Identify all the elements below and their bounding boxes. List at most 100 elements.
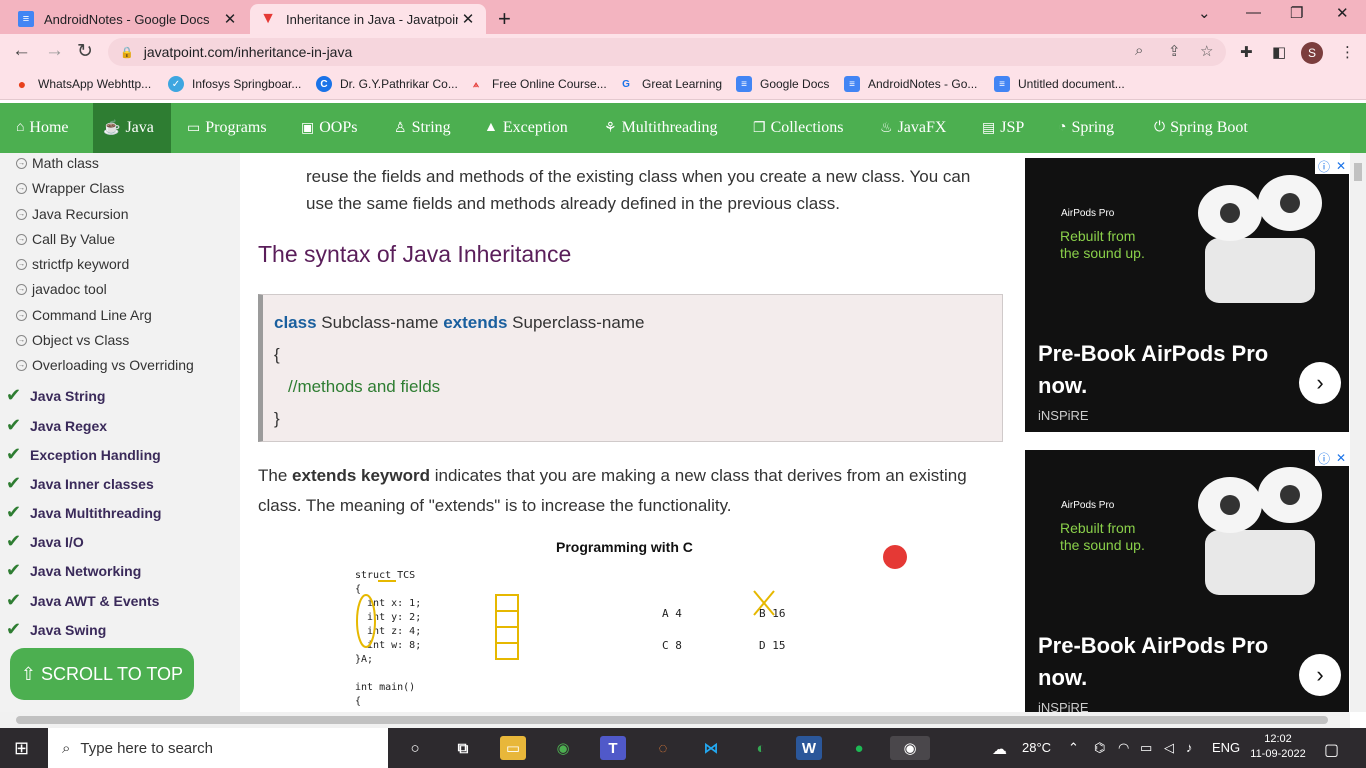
sidebar-item-strictfp[interactable]: → strictfp keyword bbox=[16, 256, 129, 272]
nav-multithreading[interactable]: ⚘ Multithreading bbox=[594, 103, 728, 153]
bookmark-pathrikar[interactable]: C Dr. G.Y.Pathrikar Co... bbox=[316, 76, 458, 92]
lock-icon[interactable]: 🔒 bbox=[120, 46, 134, 59]
network-icon[interactable]: ⌬ bbox=[1094, 740, 1105, 756]
battery-icon[interactable]: ▭ bbox=[1140, 740, 1152, 756]
nav-home[interactable]: ⌂ Home bbox=[6, 103, 79, 153]
back-icon[interactable]: ← bbox=[12, 40, 31, 62]
nav-string[interactable]: ♙ String bbox=[384, 103, 461, 153]
new-tab-button[interactable]: + bbox=[498, 6, 511, 32]
scroll-to-top-button[interactable]: ⇧ SCROLL TO TOP bbox=[10, 648, 194, 700]
sidebar-group-java-io[interactable]: ✔ Java I/O bbox=[6, 531, 84, 552]
sidebar-item-object-vs-class[interactable]: → Object vs Class bbox=[16, 332, 129, 348]
restore-button[interactable]: ❐ bbox=[1290, 4, 1303, 22]
ad-banner[interactable]: ⓘ ✕ AirPods Pro Rebuilt from the sound up.… bbox=[1025, 450, 1349, 724]
reload-icon[interactable]: ↻ bbox=[77, 40, 93, 63]
bookmark-infosys[interactable]: ✓ Infosys Springboar... bbox=[168, 76, 301, 92]
arrow-circle-icon: → bbox=[16, 309, 27, 321]
sidebar-group-exception-handling[interactable]: ✔ Exception Handling bbox=[6, 444, 161, 465]
sidebar-group-java-regex[interactable]: ✔ Java Regex bbox=[6, 415, 107, 436]
spotify-icon[interactable]: ● bbox=[846, 736, 872, 760]
chrome-icon[interactable]: ◉ bbox=[550, 736, 576, 760]
avatar[interactable]: S bbox=[1301, 42, 1323, 64]
bookmark-great-learning[interactable]: G Great Learning bbox=[618, 76, 722, 92]
address-bar[interactable]: 🔒 javatpoint.com/inheritance-in-java bbox=[108, 38, 1226, 66]
nav-spring-boot[interactable]: ⏻ Spring Boot bbox=[1144, 103, 1258, 153]
temperature[interactable]: 28°C bbox=[1022, 740, 1051, 755]
ad-banner[interactable]: ⓘ ✕ AirPods Pro Rebuilt from the sound up.… bbox=[1025, 158, 1349, 432]
lecture-video-frame[interactable]: Programming with C struct TCS { int x: 1… bbox=[334, 529, 924, 712]
sidebar-item-overloading-vs-overriding[interactable]: → Overloading vs Overriding bbox=[16, 357, 194, 373]
google-docs-icon: ≡ bbox=[736, 76, 752, 92]
nav-programs[interactable]: ▭ Programs bbox=[177, 103, 277, 153]
sidebar-group-awt-events[interactable]: ✔ Java AWT & Events bbox=[6, 590, 159, 611]
sidebar-group-multithreading[interactable]: ✔ Java Multithreading bbox=[6, 502, 161, 523]
clock[interactable]: 12:02 11-09-2022 bbox=[1250, 732, 1306, 762]
edge-icon[interactable]: ◐ bbox=[748, 736, 774, 760]
string-icon: ♙ bbox=[394, 120, 407, 136]
sidebar-group-networking[interactable]: ✔ Java Networking bbox=[6, 560, 141, 581]
bookmark-androidnotes[interactable]: ≡ AndroidNotes - Go... bbox=[844, 76, 977, 92]
close-icon[interactable]: ✕ bbox=[458, 10, 478, 28]
word-icon[interactable]: W bbox=[796, 736, 822, 760]
sidebar-item-javadoc[interactable]: → javadoc tool bbox=[16, 281, 107, 297]
bookmark-star-icon[interactable]: ☆ bbox=[1200, 42, 1213, 60]
chevron-right-icon[interactable]: › bbox=[1299, 362, 1341, 404]
note-d: D 15 bbox=[759, 639, 786, 652]
sidebar-item-math-class[interactable]: → Math class bbox=[16, 155, 99, 171]
nav-exception[interactable]: ▲ Exception bbox=[474, 103, 578, 153]
sidebar-item-command-line-arg[interactable]: → Command Line Arg bbox=[16, 307, 152, 323]
speaker-icon[interactable]: ♪ bbox=[1186, 740, 1193, 755]
language-indicator[interactable]: ENG bbox=[1212, 740, 1240, 755]
side-panel-icon[interactable]: ◧ bbox=[1272, 43, 1286, 61]
teams-icon[interactable]: T bbox=[600, 736, 626, 760]
horizontal-scrollbar[interactable] bbox=[0, 712, 1350, 728]
tab-androidnotes[interactable]: ≡ AndroidNotes - Google Docs ✕ bbox=[8, 4, 248, 34]
taskbar-search[interactable]: ⌕ Type here to search bbox=[48, 728, 388, 768]
volume-icon[interactable]: ◁ bbox=[1164, 740, 1174, 756]
close-window-button[interactable]: ✕ bbox=[1336, 4, 1349, 22]
extensions-icon[interactable]: ✚ bbox=[1240, 43, 1253, 61]
close-icon[interactable]: ✕ bbox=[220, 10, 240, 28]
nav-spring[interactable]: ◔ Spring bbox=[1048, 103, 1124, 153]
mi-icon: ● bbox=[17, 76, 27, 92]
tab-javatpoint[interactable]: ▼ Inheritance in Java - Javatpoint ✕ bbox=[250, 4, 486, 34]
chevron-up-icon[interactable]: ⌃ bbox=[1068, 740, 1079, 756]
nav-javafx[interactable]: ♨ JavaFX bbox=[870, 103, 956, 153]
sidebar-group-java-string[interactable]: ✔ Java String bbox=[6, 385, 105, 406]
bookmark-free-course[interactable]: ⟑ Free Online Course... bbox=[468, 76, 607, 92]
minimize-button[interactable]: — bbox=[1246, 4, 1261, 21]
file-explorer-icon[interactable]: ▭ bbox=[500, 736, 526, 760]
vscode-icon[interactable]: ⋈ bbox=[698, 736, 724, 760]
bookmark-untitled[interactable]: ≡ Untitled document... bbox=[994, 76, 1125, 92]
forward-icon[interactable]: → bbox=[45, 40, 64, 62]
sidebar-group-swing[interactable]: ✔ Java Swing bbox=[6, 619, 106, 640]
notification-icon[interactable]: ▢ bbox=[1324, 740, 1339, 760]
nav-jsp[interactable]: ▤ JSP bbox=[972, 103, 1034, 153]
ad-brand: AirPods Pro bbox=[1061, 500, 1115, 511]
weather-icon[interactable]: ☁ bbox=[992, 740, 1007, 758]
nav-collections[interactable]: ❐ Collections bbox=[743, 103, 853, 153]
wifi-icon[interactable]: ◠ bbox=[1118, 740, 1129, 756]
share-icon[interactable]: ⇪ bbox=[1168, 42, 1181, 60]
nav-oops[interactable]: ▣ OOPs bbox=[291, 103, 367, 153]
app-icon[interactable]: ◌ bbox=[650, 736, 676, 760]
cortana-icon[interactable]: ○ bbox=[402, 736, 428, 760]
bookmark-google-docs[interactable]: ≡ Google Docs bbox=[736, 76, 829, 92]
nav-java[interactable]: ☕ Java bbox=[93, 103, 171, 153]
bookmark-whatsapp[interactable]: ● WhatsApp Webhttp... bbox=[14, 76, 151, 92]
sidebar-item-java-recursion[interactable]: → Java Recursion bbox=[16, 206, 129, 222]
menu-icon[interactable]: ⋮ bbox=[1340, 43, 1355, 61]
sidebar-group-inner-classes[interactable]: ✔ Java Inner classes bbox=[6, 473, 154, 494]
chevron-right-icon[interactable]: › bbox=[1299, 654, 1341, 696]
task-view-icon[interactable]: ⧉ bbox=[450, 736, 476, 760]
vertical-scrollbar[interactable] bbox=[1350, 153, 1366, 712]
zoom-icon[interactable]: ⌕ bbox=[1135, 42, 1143, 59]
chrome-profile-icon[interactable]: ◉ bbox=[890, 736, 930, 760]
tab-search-icon[interactable]: ⌄ bbox=[1198, 4, 1211, 22]
scroll-thumb[interactable] bbox=[1354, 163, 1362, 181]
scroll-thumb[interactable] bbox=[16, 716, 1328, 724]
checkmark-icon: ✔ bbox=[6, 619, 22, 639]
sidebar-item-wrapper-class[interactable]: → Wrapper Class bbox=[16, 180, 124, 196]
sidebar-item-call-by-value[interactable]: → Call By Value bbox=[16, 231, 115, 247]
windows-start-icon[interactable]: ⊞ bbox=[14, 738, 29, 759]
